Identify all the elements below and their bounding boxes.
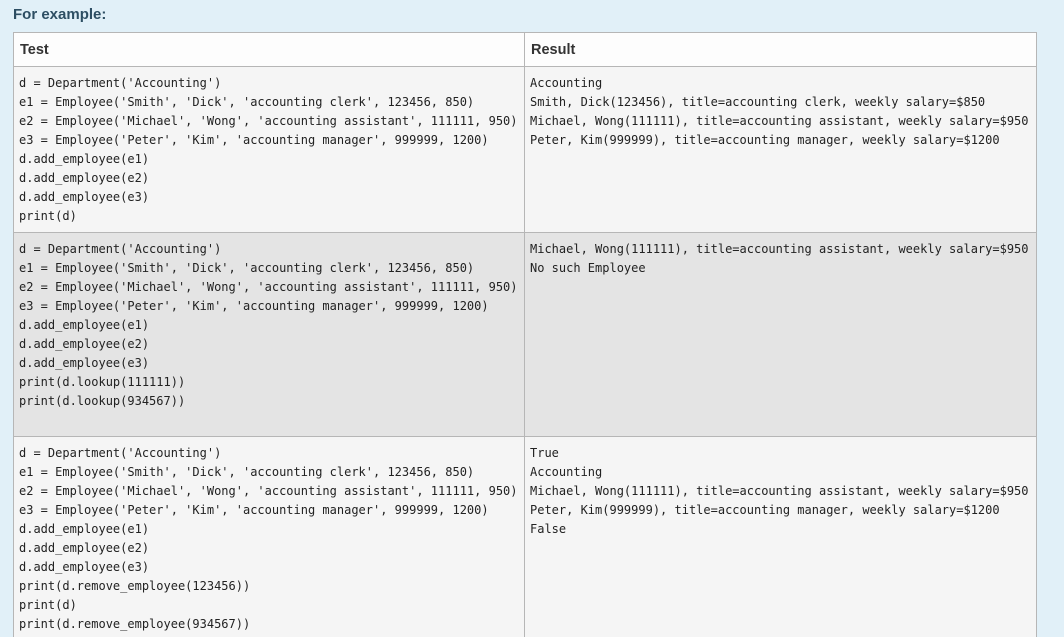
output-line: Michael, Wong(111111), title=accounting … [530, 242, 1029, 256]
code-line: e1 = Employee('Smith', 'Dick', 'accounti… [19, 465, 475, 479]
code-line: d = Department('Accounting') [19, 242, 222, 256]
code-line: d.add_employee(e3) [19, 190, 150, 204]
output-line: False [530, 522, 567, 536]
code-line: d.add_employee(e2) [19, 541, 150, 555]
code-line: print(d) [19, 209, 77, 223]
result-cell: Michael, Wong(111111), title=accounting … [524, 232, 1037, 437]
example-row: d = Department('Accounting') e1 = Employ… [13, 232, 1037, 437]
code-line: e3 = Employee('Peter', 'Kim', 'accountin… [19, 299, 489, 313]
output-line: Accounting [530, 76, 603, 90]
header-row: Test Result [13, 32, 1037, 67]
result-cell: Accounting Smith, Dick(123456), title=ac… [524, 66, 1037, 233]
output-line: Smith, Dick(123456), title=accounting cl… [530, 95, 986, 109]
code-line: e2 = Employee('Michael', 'Wong', 'accoun… [19, 484, 518, 498]
output-line: Michael, Wong(111111), title=accounting … [530, 484, 1029, 498]
test-cell: d = Department('Accounting') e1 = Employ… [13, 66, 525, 233]
result-column-header: Result [524, 32, 1037, 67]
code-line: d.add_employee(e3) [19, 356, 150, 370]
output-line: Peter, Kim(999999), title=accounting man… [530, 133, 1000, 147]
code-line: print(d.lookup(111111)) [19, 375, 186, 389]
code-line: d.add_employee(e1) [19, 152, 150, 166]
code-line: e2 = Employee('Michael', 'Wong', 'accoun… [19, 280, 518, 294]
code-line: d = Department('Accounting') [19, 76, 222, 90]
code-line: e1 = Employee('Smith', 'Dick', 'accounti… [19, 95, 475, 109]
output-line: Michael, Wong(111111), title=accounting … [530, 114, 1029, 128]
page: For example: Test Result d = Department(… [0, 0, 1064, 637]
output-line: True [530, 446, 559, 460]
code-line: e3 = Employee('Peter', 'Kim', 'accountin… [19, 503, 489, 517]
code-line: d.add_employee(e1) [19, 318, 150, 332]
example-row: d = Department('Accounting') e1 = Employ… [13, 66, 1037, 233]
code-line: print(d.remove_employee(934567)) [19, 617, 251, 631]
code-line: d.add_employee(e3) [19, 560, 150, 574]
test-column-header: Test [13, 32, 525, 67]
test-cell: d = Department('Accounting') e1 = Employ… [13, 232, 525, 437]
code-line: print(d.remove_employee(123456)) [19, 579, 251, 593]
output-line: Accounting [530, 465, 603, 479]
result-cell: True Accounting Michael, Wong(111111), t… [524, 436, 1037, 637]
code-line: e1 = Employee('Smith', 'Dick', 'accounti… [19, 261, 475, 275]
code-line: d.add_employee(e1) [19, 522, 150, 536]
code-line: d = Department('Accounting') [19, 446, 222, 460]
code-line: e3 = Employee('Peter', 'Kim', 'accountin… [19, 133, 489, 147]
example-row: d = Department('Accounting') e1 = Employ… [13, 436, 1037, 637]
code-line: d.add_employee(e2) [19, 171, 150, 185]
code-line: print(d.lookup(934567)) [19, 394, 186, 408]
examples-heading: For example: [13, 6, 107, 23]
examples-table: Test Result d = Department('Accounting')… [13, 32, 1037, 637]
code-line: print(d) [19, 598, 77, 612]
test-cell: d = Department('Accounting') e1 = Employ… [13, 436, 525, 637]
output-line: No such Employee [530, 261, 646, 275]
code-line: d.add_employee(e2) [19, 337, 150, 351]
code-line: e2 = Employee('Michael', 'Wong', 'accoun… [19, 114, 518, 128]
output-line: Peter, Kim(999999), title=accounting man… [530, 503, 1000, 517]
